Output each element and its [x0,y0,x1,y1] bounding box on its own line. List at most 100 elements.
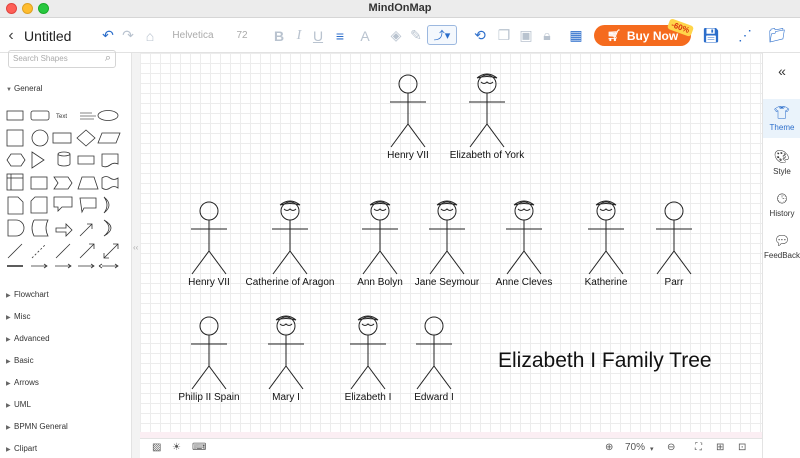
save-button[interactable]: 💾︎ [702,18,720,53]
underline-button[interactable]: U [311,18,325,53]
document-title[interactable]: Untitled [24,18,84,53]
figure-label[interactable]: Henry VII [387,150,429,161]
figure-label[interactable]: Elizabeth I [345,392,392,403]
collapse-panel-handle[interactable]: ‹‹ [133,243,138,252]
figure-head [199,201,219,221]
diagram-title[interactable]: Elizabeth I Family Tree [498,349,712,373]
arrange-button[interactable]: ⟲ [470,18,490,53]
cart-icon: 🛒︎ [606,30,621,42]
share-button[interactable]: ⋰ [736,18,754,53]
shape-single-arrow [55,223,73,237]
category-uml[interactable]: ▶ UML [6,400,31,409]
table-button[interactable]: ▦ [566,18,586,53]
search-icon: ⌕ [104,52,111,64]
stick-figure[interactable] [350,315,386,390]
connector-style-button[interactable]: ⤴▾ [427,25,457,45]
figure-label[interactable]: Henry VII [188,277,230,288]
stick-figure[interactable] [191,316,227,390]
panel-tab-style[interactable]: 🎨︎ Style [763,149,800,176]
format-painter-button[interactable]: ⌂ [142,18,158,53]
buy-now-button[interactable]: 🛒︎ Buy Now -60% [594,18,695,46]
layer-button[interactable]: ▣ [518,18,534,53]
zoom-in-button[interactable]: ⊕ [605,442,613,453]
fullscreen-button[interactable]: ⊡ [738,442,746,453]
category-flowchart[interactable]: ▶ Flowchart [6,290,49,299]
triangle-right-icon: ▶ [6,447,11,453]
shape-or [103,196,110,214]
collapse-right-panel-button[interactable]: « [763,63,800,79]
category-misc[interactable]: ▶ Misc [6,312,30,321]
figure-right-leg [289,250,308,275]
panel-tab-feedback[interactable]: 💬︎ FeedBack [763,233,800,260]
category-advanced[interactable]: ▶ Advanced [6,334,50,343]
font-color-button[interactable]: A [358,18,372,53]
bold-button[interactable]: B [272,18,286,53]
italic-button[interactable]: I [292,18,306,53]
fill-color-button[interactable]: ◈ [388,18,404,53]
keyboard-button[interactable]: ⌨ [192,442,206,453]
category-basic-label: Basic [14,356,34,365]
group-button[interactable]: ❐ [496,18,512,53]
zoom-out-button[interactable]: ⊖ [667,442,675,453]
figure-head [358,316,378,336]
category-bpmn-general[interactable]: ▶ BPMN General [6,422,68,431]
shape-rectangle [6,110,24,121]
category-basic[interactable]: ▶ Basic [6,356,34,365]
line-color-button[interactable]: ✎ [408,18,424,53]
font-size-select[interactable]: 72 [228,18,256,53]
stick-figure[interactable] [416,316,452,390]
theme-toggle-button[interactable]: ☀ [172,442,181,453]
shape-text: Text [56,114,67,120]
fit-screen-button[interactable]: ⛶ [695,442,702,453]
search-shapes-input[interactable]: Search Shapes ⌕ [8,50,116,68]
undo-button[interactable]: ↶ [100,18,116,53]
figure-label[interactable]: Philip II Spain [178,392,239,403]
category-clipart[interactable]: ▶ Clipart [6,444,37,453]
figure-label[interactable]: Ann Bolyn [357,277,403,288]
panel-tab-theme[interactable]: 👕︎ Theme [763,99,800,138]
shape-data-storage [31,219,49,237]
figure-label[interactable]: Edward I [414,392,453,403]
page-view-button[interactable]: ▨ [152,442,161,453]
diagram-canvas[interactable]: Henry VII Elizabeth of York Henry VII Cathe… [140,53,762,435]
shape-internal-storage [6,173,24,191]
zoom-level[interactable]: 70% [625,442,645,453]
figure-label[interactable]: Anne Cleves [496,277,553,288]
stick-figure[interactable] [362,200,398,275]
clock-icon: 🕒︎ [776,191,788,206]
zoom-out-icon: ⊖ [667,442,676,453]
figure-label[interactable]: Jane Seymour [415,277,479,288]
stick-figure[interactable] [429,200,465,275]
group-icon: ❐ [497,27,511,43]
stick-figure[interactable] [268,315,304,390]
figure-label[interactable]: Mary I [272,392,300,403]
stick-figure[interactable] [506,200,542,275]
category-misc-label: Misc [14,312,31,321]
category-general[interactable]: ▼ General [6,84,42,93]
stick-figure[interactable] [390,74,426,148]
align-button[interactable]: ≡ [331,18,349,53]
triangle-right-icon: ▶ [6,425,11,431]
export-button[interactable]: 📁︎ [768,18,786,53]
stick-figure[interactable] [588,200,624,275]
back-button[interactable]: ‹ [4,18,18,53]
font-family-select[interactable]: Helvetica [172,18,214,53]
stick-figure[interactable] [656,201,692,275]
figure-label[interactable]: Elizabeth of York [450,150,525,161]
figure-label[interactable]: Katherine [585,277,628,288]
fit-screen-icon: ⛶ [695,442,702,453]
stick-figure[interactable] [469,73,505,148]
figure-label[interactable]: Catherine of Aragon [246,277,335,288]
figure-label[interactable]: Parr [665,277,684,288]
stick-figure[interactable] [191,201,227,275]
panel-tab-history[interactable]: 🕒︎ History [763,191,800,218]
shape-circle [31,129,49,147]
category-arrows[interactable]: ▶ Arrows [6,378,39,387]
redo-button[interactable]: ↷ [120,18,136,53]
figure-hair [599,208,613,211]
zoom-dropdown-icon[interactable]: ▾ [650,445,654,453]
stick-figure[interactable] [272,200,308,275]
page-layout-button[interactable]: ⊞ [716,442,724,453]
lock-button[interactable]: 🔒︎ [540,18,554,53]
figure-hair [440,208,454,211]
